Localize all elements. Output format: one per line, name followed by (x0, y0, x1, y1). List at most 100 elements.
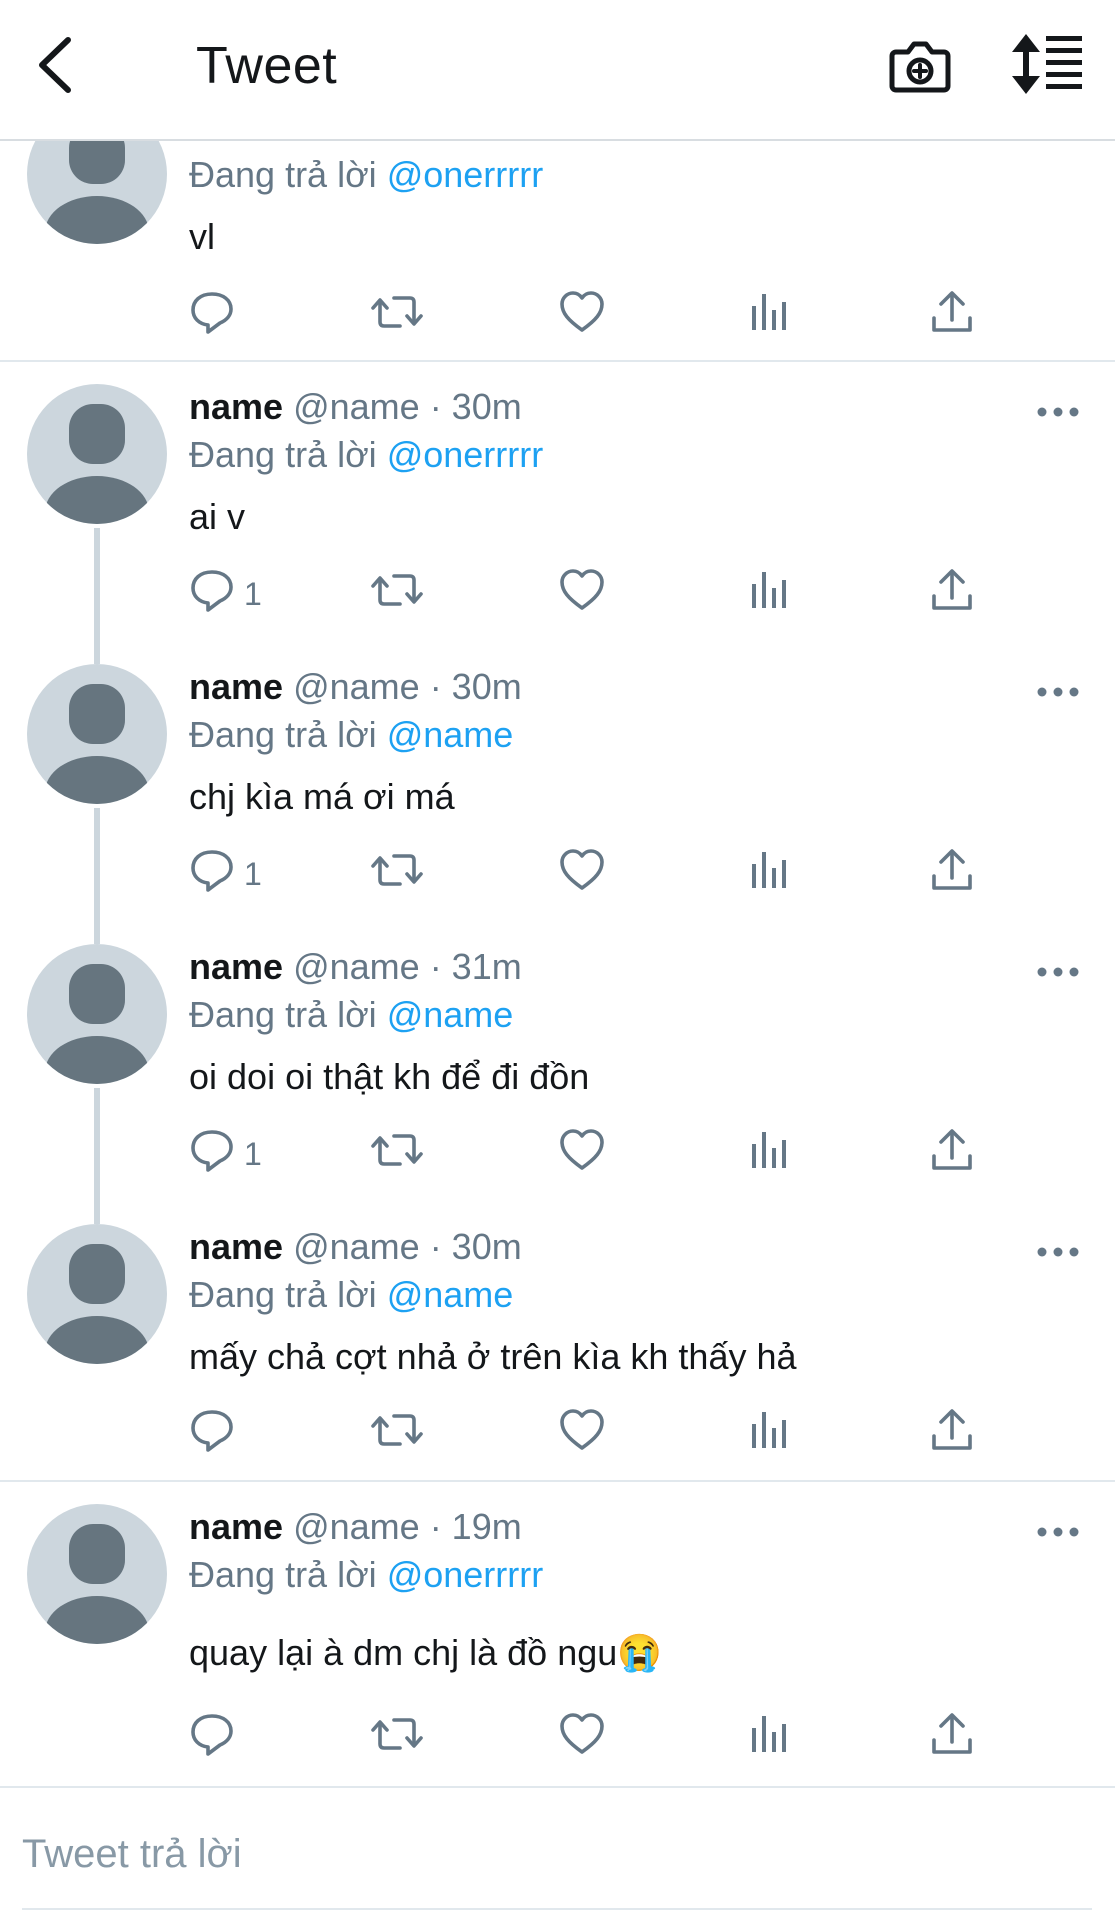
reply-composer (0, 1786, 1115, 1920)
like-button[interactable] (558, 1406, 606, 1466)
thread-line (94, 1202, 100, 1224)
more-button[interactable] (1036, 1242, 1080, 1262)
page-title: Tweet (196, 37, 338, 95)
tweet-text: vl (189, 216, 215, 257)
back-button[interactable] (30, 30, 90, 100)
thread-line (94, 642, 100, 664)
share-button[interactable] (928, 1126, 976, 1186)
more-button[interactable] (1036, 962, 1080, 982)
retweet-button[interactable] (370, 846, 424, 906)
analytics-button[interactable] (744, 288, 792, 348)
heart-icon (558, 1710, 606, 1758)
tweet[interactable]: name @name · 30m Đang trả lời @onerrrrr … (0, 362, 1115, 642)
share-icon (928, 1710, 976, 1758)
timestamp: · 31m (429, 946, 522, 987)
analytics-button[interactable] (744, 566, 792, 626)
heart-icon (558, 288, 606, 336)
replying-to: Đang trả lời @onerrrrr (189, 434, 544, 475)
tweet[interactable]: name @name · 19m Đang trả lời @onerrrrr … (0, 1482, 1115, 1786)
analytics-button[interactable] (744, 846, 792, 906)
heart-icon (558, 1126, 606, 1174)
retweet-button[interactable] (370, 1406, 424, 1466)
retweet-button[interactable] (370, 1710, 424, 1770)
heart-icon (558, 1406, 606, 1454)
heart-icon (558, 846, 606, 894)
retweet-icon (370, 1406, 424, 1454)
more-horizontal-icon (1037, 407, 1079, 417)
analytics-icon (744, 1126, 792, 1174)
more-button[interactable] (1036, 402, 1080, 422)
reply-input[interactable] (22, 1824, 1082, 1884)
tweet-header: name @name · 30m (189, 386, 522, 428)
mention-link[interactable]: @onerrrrr (387, 154, 544, 195)
more-horizontal-icon (1037, 1527, 1079, 1537)
tweet-thread-screen: Tweet Đang trả lời @onerrrrr vl name @na… (0, 0, 1115, 1920)
share-icon (928, 288, 976, 336)
share-button[interactable] (928, 846, 976, 906)
retweet-icon (370, 566, 424, 614)
reply-button[interactable]: 1 (188, 846, 262, 906)
avatar[interactable] (27, 384, 167, 524)
display-name[interactable]: name (189, 386, 283, 427)
like-button[interactable] (558, 288, 606, 348)
handle: @name (293, 386, 420, 427)
display-name[interactable]: name (189, 1226, 283, 1267)
tweet-actions: 1 (0, 846, 1115, 906)
reply-button[interactable] (188, 1406, 236, 1466)
like-button[interactable] (558, 1710, 606, 1770)
handle: @name (293, 666, 420, 707)
analytics-button[interactable] (744, 1406, 792, 1466)
share-button[interactable] (928, 288, 976, 348)
top-bar: Tweet (0, 0, 1115, 141)
sort-button[interactable] (1012, 34, 1084, 94)
tweet-header: name @name · 19m (189, 1506, 522, 1548)
retweet-button[interactable] (370, 566, 424, 626)
mention-link[interactable]: @name (387, 1274, 514, 1315)
tweet-text: chj kìa má ơi má (189, 776, 455, 817)
reply-bubble-icon (188, 1126, 236, 1174)
display-name[interactable]: name (189, 1506, 283, 1547)
more-button[interactable] (1036, 1522, 1080, 1542)
share-icon (928, 846, 976, 894)
avatar[interactable] (27, 664, 167, 804)
mention-link[interactable]: @onerrrrr (387, 1554, 544, 1595)
like-button[interactable] (558, 846, 606, 906)
tweet-actions (0, 1710, 1115, 1770)
tweet[interactable]: name @name · 31m Đang trả lời @name oi d… (0, 922, 1115, 1202)
more-horizontal-icon (1037, 1247, 1079, 1257)
reply-button[interactable]: 1 (188, 1126, 262, 1186)
mention-link[interactable]: @onerrrrr (387, 434, 544, 475)
like-button[interactable] (558, 566, 606, 626)
retweet-button[interactable] (370, 288, 424, 348)
avatar[interactable] (27, 1224, 167, 1364)
tweet[interactable]: name @name · 30m Đang trả lời @name mấy … (0, 1202, 1115, 1482)
camera-button[interactable] (888, 34, 952, 98)
reply-bubble-icon (188, 1710, 236, 1758)
timestamp: · 30m (429, 666, 522, 707)
tweet[interactable]: name @name · 30m Đang trả lời @name chj … (0, 642, 1115, 922)
replying-to: Đang trả lời @onerrrrr (189, 1554, 544, 1595)
more-button[interactable] (1036, 682, 1080, 702)
share-button[interactable] (928, 566, 976, 626)
analytics-button[interactable] (744, 1710, 792, 1770)
share-button[interactable] (928, 1710, 976, 1770)
display-name[interactable]: name (189, 666, 283, 707)
like-button[interactable] (558, 1126, 606, 1186)
mention-link[interactable]: @name (387, 714, 514, 755)
mention-link[interactable]: @name (387, 994, 514, 1035)
analytics-button[interactable] (744, 1126, 792, 1186)
thread-line (94, 922, 100, 944)
replying-to: Đang trả lời @name (189, 1274, 514, 1315)
avatar[interactable] (27, 1504, 167, 1644)
reply-button[interactable] (188, 1710, 236, 1770)
replying-to: Đang trả lời @name (189, 994, 514, 1035)
reply-button[interactable]: 1 (188, 566, 262, 626)
avatar[interactable] (27, 944, 167, 1084)
retweet-button[interactable] (370, 1126, 424, 1186)
reply-bubble-icon (188, 566, 236, 614)
more-horizontal-icon (1037, 967, 1079, 977)
handle: @name (293, 1226, 420, 1267)
reply-button[interactable] (188, 288, 236, 348)
display-name[interactable]: name (189, 946, 283, 987)
share-button[interactable] (928, 1406, 976, 1466)
